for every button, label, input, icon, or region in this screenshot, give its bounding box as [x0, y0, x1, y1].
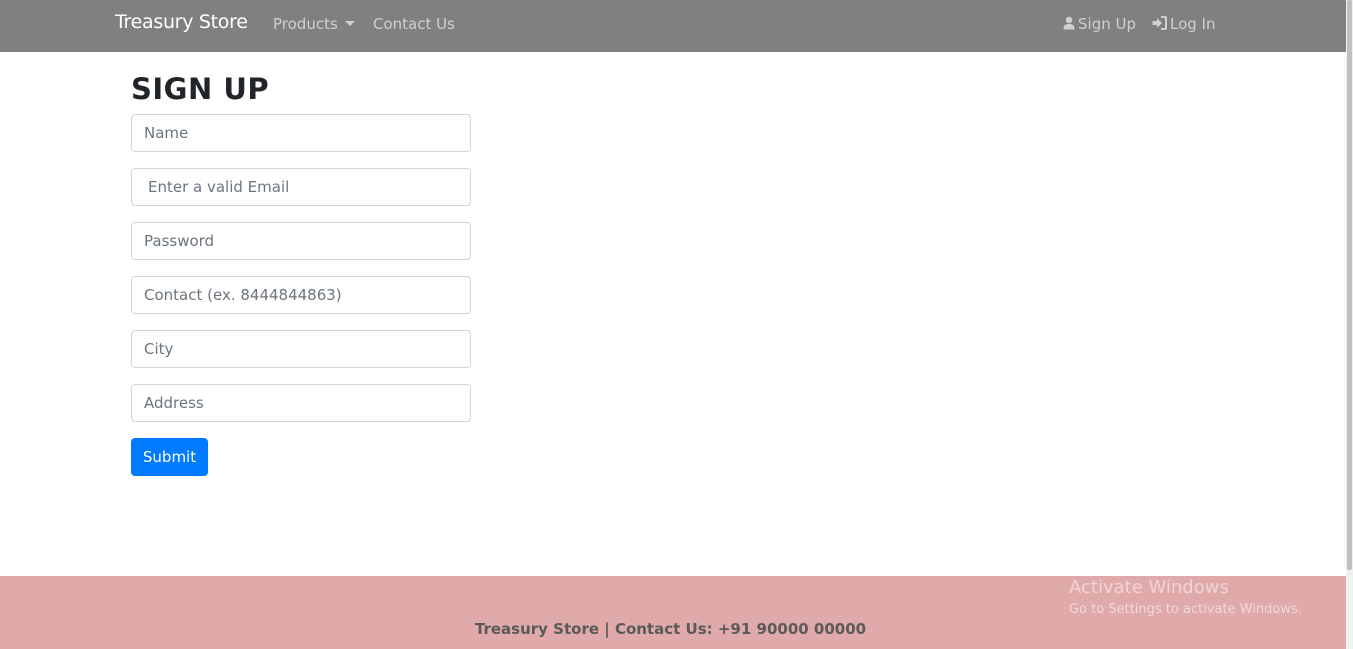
city-input[interactable] [131, 330, 471, 368]
caret-down-icon [344, 21, 355, 26]
name-input[interactable] [131, 114, 471, 152]
activate-windows-title: Activate Windows [1069, 577, 1229, 598]
navbar: Treasury Store Products Contact Us Sign … [0, 0, 1346, 52]
user-icon [1063, 16, 1075, 34]
password-input[interactable] [131, 222, 471, 260]
log-in-link[interactable]: Log In [1152, 15, 1216, 34]
scrollbar-thumb[interactable] [1347, 0, 1352, 570]
contact-input[interactable] [131, 276, 471, 314]
sign-in-icon [1152, 16, 1167, 34]
products-dropdown[interactable]: Products [273, 15, 355, 33]
browser-viewport: Treasury Store Products Contact Us Sign … [0, 0, 1353, 649]
contact-us-link[interactable]: Contact Us [373, 15, 455, 33]
address-input[interactable] [131, 384, 471, 422]
email-input[interactable] [131, 168, 471, 206]
sign-up-label: Sign Up [1078, 15, 1136, 33]
activate-windows-subtitle: Go to Settings to activate Windows. [1069, 602, 1302, 617]
vertical-scrollbar[interactable] [1346, 0, 1353, 649]
page: Treasury Store Products Contact Us Sign … [0, 0, 1346, 649]
products-label: Products [273, 15, 338, 33]
log-in-label: Log In [1170, 15, 1216, 33]
page-title: SIGN UP [131, 72, 270, 106]
submit-button[interactable]: Submit [131, 438, 208, 476]
sign-up-link[interactable]: Sign Up [1063, 15, 1136, 34]
brand-link[interactable]: Treasury Store [115, 11, 248, 33]
footer-text: Treasury Store | Contact Us: +91 90000 0… [474, 620, 867, 638]
